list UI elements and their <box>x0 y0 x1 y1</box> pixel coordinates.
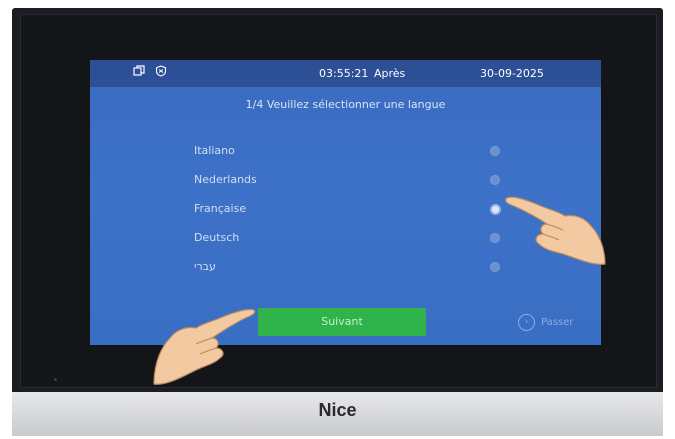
language-label: Italiano <box>194 144 235 157</box>
language-option-hebrew[interactable]: עברי <box>194 255 504 281</box>
radio-button[interactable] <box>490 233 500 243</box>
page-title: 1/4 Veuillez sélectionner une langue <box>245 98 446 111</box>
language-label: Française <box>194 202 247 215</box>
indicator-led <box>54 378 57 381</box>
status-bar: 03:55:21 Après 30-09-2025 <box>90 60 601 87</box>
skip-label: Passer <box>541 316 574 328</box>
pointing-hand-icon <box>505 196 606 265</box>
language-label: עברי <box>194 260 216 273</box>
radio-button[interactable] <box>490 262 500 272</box>
status-time: 03:55:21 <box>319 67 369 80</box>
chevron-right-icon: › <box>518 313 535 331</box>
language-label: Nederlands <box>194 173 257 186</box>
language-option-nederlands[interactable]: Nederlands <box>194 168 504 194</box>
status-ampm: Après <box>374 67 406 80</box>
radio-button-selected[interactable] <box>490 204 501 215</box>
language-option-italiano[interactable]: Italiano <box>194 139 504 165</box>
status-date: 30-09-2025 <box>480 67 544 80</box>
language-option-deutsch[interactable]: Deutsch <box>194 226 504 252</box>
device-footer: Nice <box>12 392 663 436</box>
brand-logo: Nice <box>318 400 357 420</box>
status-icons <box>133 65 167 77</box>
language-label: Deutsch <box>194 231 240 244</box>
radio-button[interactable] <box>490 175 500 185</box>
pointing-hand-icon <box>153 308 256 385</box>
shield-icon <box>155 65 167 77</box>
skip-button[interactable]: › Passer <box>518 313 573 331</box>
next-button[interactable]: Suivant <box>258 308 426 336</box>
language-option-francaise[interactable]: Française <box>194 197 504 223</box>
radio-button[interactable] <box>490 146 500 156</box>
window-icon <box>133 65 145 77</box>
